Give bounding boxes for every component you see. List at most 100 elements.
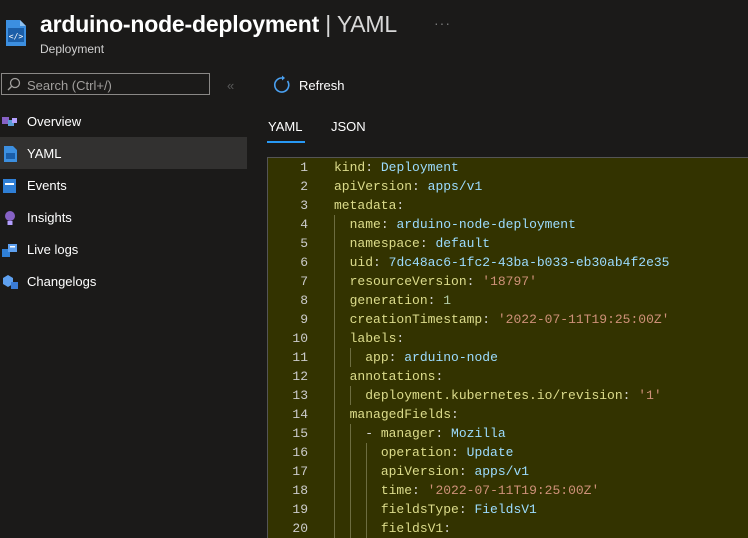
page-title: arduino-node-deployment | YAML (40, 11, 397, 38)
sidebar-item-events[interactable]: Events (0, 169, 247, 201)
view-name: YAML (336, 11, 397, 37)
code-content: fieldsV1: (334, 519, 451, 538)
code-content: apiVersion: apps/v1 (334, 462, 529, 481)
yaml-key: operation (380, 445, 452, 460)
yaml-value: FieldsV1 (474, 502, 537, 517)
line-number: 6 (300, 255, 308, 270)
code-content: - manager: Mozilla (334, 424, 506, 443)
events-icon (3, 179, 16, 193)
code-content: kind: Deployment (334, 158, 459, 177)
code-line: 13 deployment.kubernetes.io/revision: '1… (268, 386, 748, 405)
resource-type: Deployment (40, 42, 105, 56)
yaml-value: 1 (443, 293, 452, 308)
yaml-key: namespace (349, 236, 420, 251)
yaml-colon: : (435, 426, 444, 441)
indent-guide (350, 386, 351, 405)
sidebar-item-changelogs[interactable]: Changelogs (0, 265, 247, 297)
yaml-value: Mozilla (451, 426, 506, 441)
yaml-colon: : (412, 179, 420, 194)
code-line: 20 fieldsV1: (268, 519, 748, 538)
yaml-key: manager (380, 426, 436, 441)
yaml-value: default (435, 236, 491, 251)
yaml-key: apiVersion (380, 464, 459, 479)
code-content: deployment.kubernetes.io/revision: '1' (334, 386, 662, 405)
line-number: 15 (292, 426, 308, 441)
code-line: 11 app: arduino-node (268, 348, 748, 367)
sidebar-item-insights[interactable]: Insights (0, 201, 247, 233)
line-number: 17 (292, 464, 308, 479)
sidebar-item-label: Changelogs (27, 274, 97, 289)
yaml-key: uid (349, 255, 374, 270)
yaml-colon: : (365, 160, 374, 175)
yaml-colon: : (373, 255, 381, 270)
sidebar-item-label: YAML (27, 146, 62, 161)
insights-icon (5, 211, 15, 225)
deployment-yaml-icon: </> (6, 20, 26, 46)
collapse-sidebar-button[interactable]: « (227, 78, 234, 93)
code-content: time: '2022-07-11T19:25:00Z' (334, 481, 599, 500)
line-number: 14 (292, 407, 308, 422)
tab-json[interactable]: JSON (331, 119, 366, 134)
yaml-key: time (380, 483, 413, 498)
code-line: 19 fieldsType: FieldsV1 (268, 500, 748, 519)
code-line: 12 annotations: (268, 367, 748, 386)
code-line: 6 uid: 7dc48ac6-1fc2-43ba-b033-eb30ab4f2… (268, 253, 748, 272)
code-content: uid: 7dc48ac6-1fc2-43ba-b033-eb30ab4f2e3… (334, 253, 670, 272)
code-content: namespace: default (334, 234, 490, 253)
yaml-colon: : (435, 369, 444, 384)
changelogs-icon (3, 275, 18, 289)
yaml-value: arduino-node (404, 350, 498, 365)
title-separator: | (325, 11, 332, 37)
yaml-colon: : (466, 274, 475, 289)
yaml-colon: : (419, 236, 428, 251)
yaml-editor[interactable]: 1 kind: Deployment 2 apiVersion: apps/v1 3 me… (267, 157, 748, 538)
sidebar-item-label: Overview (27, 114, 82, 129)
search-placeholder: Search (Ctrl+/) (27, 78, 112, 93)
sidebar-item-live-logs[interactable]: Live logs (0, 233, 247, 265)
indent-guide (350, 424, 351, 538)
code-content: fieldsType: FieldsV1 (334, 500, 537, 519)
indent-guide (366, 443, 367, 538)
code-line: 5 namespace: default (268, 234, 748, 253)
yaml-key: fieldsV1 (380, 521, 444, 536)
yaml-colon: : (451, 445, 459, 460)
line-number: 2 (300, 179, 308, 194)
line-number: 18 (292, 483, 308, 498)
yaml-value: apps/v1 (474, 464, 530, 479)
yaml-key: managedFields (349, 407, 452, 422)
overview-icon (2, 117, 17, 126)
code-content: generation: 1 (334, 291, 451, 310)
yaml-key: annotations (349, 369, 436, 384)
code-line: 1 kind: Deployment (268, 158, 748, 177)
line-number: 11 (292, 350, 308, 365)
tab-yaml[interactable]: YAML (268, 119, 302, 134)
yaml-colon: : (388, 350, 397, 365)
yaml-colon: : (396, 331, 405, 346)
yaml-colon: : (380, 217, 389, 232)
more-options-button[interactable]: ··· (434, 15, 451, 31)
code-content: creationTimestamp: '2022-07-11T19:25:00Z… (334, 310, 670, 329)
yaml-key: labels (349, 331, 397, 346)
yaml-key: apiVersion (334, 179, 413, 194)
active-tab-indicator (267, 141, 305, 143)
yaml-value: '1' (638, 388, 662, 403)
line-number: 10 (292, 331, 308, 346)
search-input[interactable]: Search (Ctrl+/) (1, 73, 210, 95)
live-logs-icon (2, 244, 17, 257)
sidebar-nav: Overview YAML Events Insights Live logs (0, 105, 247, 297)
yaml-key: kind (334, 160, 366, 175)
sidebar-item-yaml[interactable]: YAML (0, 137, 247, 169)
code-content: annotations: (334, 367, 444, 386)
code-line: 3 metadata: (268, 196, 748, 215)
refresh-label: Refresh (299, 78, 345, 93)
sidebar-item-overview[interactable]: Overview (0, 105, 247, 137)
line-number: 5 (300, 236, 308, 251)
line-number: 3 (300, 198, 308, 213)
svg-text:</>: </> (9, 32, 24, 41)
code-content: labels: (334, 329, 405, 348)
